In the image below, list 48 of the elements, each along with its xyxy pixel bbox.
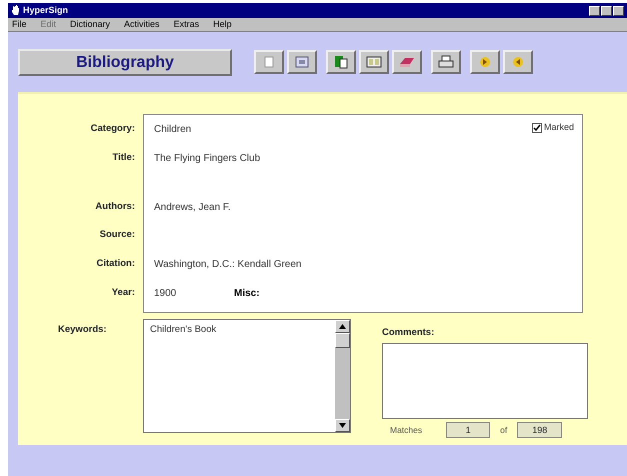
scroll-up-button[interactable] <box>335 320 350 333</box>
scroll-thumb[interactable] <box>335 333 350 348</box>
keywords-label: Keywords: <box>58 324 107 335</box>
field-label: Source: <box>100 228 135 242</box>
up-arrow-icon <box>339 324 346 329</box>
toolbar-button[interactable] <box>326 50 356 74</box>
printer-icon <box>438 54 454 70</box>
menu-item[interactable]: File <box>12 18 27 32</box>
app-icon <box>11 4 20 18</box>
frame-icon <box>294 54 310 70</box>
keywords-list[interactable]: Children's Book <box>143 319 351 433</box>
marked-checkbox[interactable] <box>532 122 542 133</box>
menu-item[interactable]: Activities <box>124 18 160 32</box>
field-value: Washington, D.C.: Kendall Green <box>154 258 302 272</box>
comments-label: Comments: <box>382 327 434 338</box>
checkbox-label: Marked <box>544 121 574 134</box>
copy-icon <box>333 54 349 70</box>
field-value: 1900 <box>154 287 176 301</box>
down-arrow-icon <box>339 422 346 428</box>
menu-item[interactable]: Dictionary <box>70 18 110 32</box>
total-matches-field: 198 <box>517 422 562 438</box>
toolbar-button[interactable] <box>287 50 317 74</box>
field-label: Citation: <box>96 257 135 271</box>
maximize-button[interactable] <box>601 6 612 16</box>
field-value: Andrews, Jean F. <box>154 201 231 215</box>
current-match-field: 1 <box>446 422 490 438</box>
menu-item[interactable]: Extras <box>174 18 200 32</box>
field-label: Authors: <box>95 200 135 214</box>
scroll-down-button[interactable] <box>335 419 350 432</box>
card-icon <box>366 54 382 70</box>
field-label: Title: <box>112 151 135 165</box>
minimize-button[interactable] <box>589 6 600 16</box>
section-button[interactable]: Bibliography <box>18 48 232 76</box>
toolbar-button[interactable] <box>431 50 461 74</box>
field-label: Year: <box>112 286 135 300</box>
field-label: Misc: <box>234 287 260 301</box>
menu-item[interactable]: Help <box>213 18 232 32</box>
close-button[interactable] <box>613 6 624 16</box>
of-label: of <box>500 424 508 437</box>
comments-field[interactable] <box>382 343 588 420</box>
window-title: HyperSign <box>23 4 68 17</box>
field-label: Category: <box>90 122 135 136</box>
matches-label: Matches <box>390 424 422 437</box>
field-value: Children <box>154 123 192 137</box>
field-value: The Flying Fingers Club <box>154 152 260 166</box>
scrollbar[interactable] <box>335 320 350 432</box>
toolbar-button[interactable] <box>359 50 389 74</box>
list-item[interactable]: Children's Book <box>150 323 329 338</box>
